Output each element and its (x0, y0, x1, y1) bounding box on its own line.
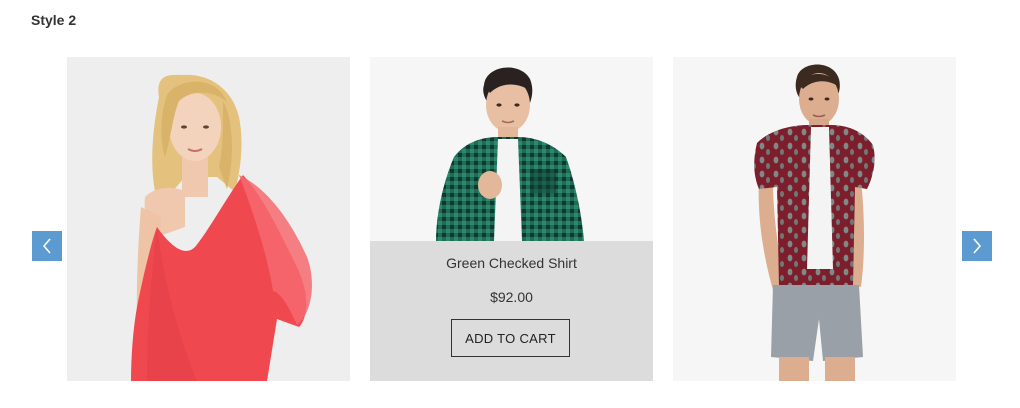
product-hover-overlay: Green Checked Shirt $92.00 ADD TO CART (370, 241, 653, 381)
product-price: $92.00 (490, 289, 533, 305)
product-image-burgundy-shirt (673, 57, 956, 381)
product-card-green-checked-shirt[interactable]: Green Checked Shirt $92.00 ADD TO CART (370, 57, 653, 381)
section-title: Style 2 (31, 12, 77, 28)
carousel-prev-button[interactable] (32, 231, 62, 261)
product-image-red-dress (67, 57, 350, 381)
chevron-left-icon (42, 238, 51, 254)
chevron-right-icon (973, 238, 982, 254)
product-card[interactable] (67, 57, 350, 381)
carousel-next-button[interactable] (962, 231, 992, 261)
add-to-cart-button[interactable]: ADD TO CART (451, 319, 570, 357)
product-name[interactable]: Green Checked Shirt (370, 255, 653, 271)
product-card[interactable] (673, 57, 956, 381)
